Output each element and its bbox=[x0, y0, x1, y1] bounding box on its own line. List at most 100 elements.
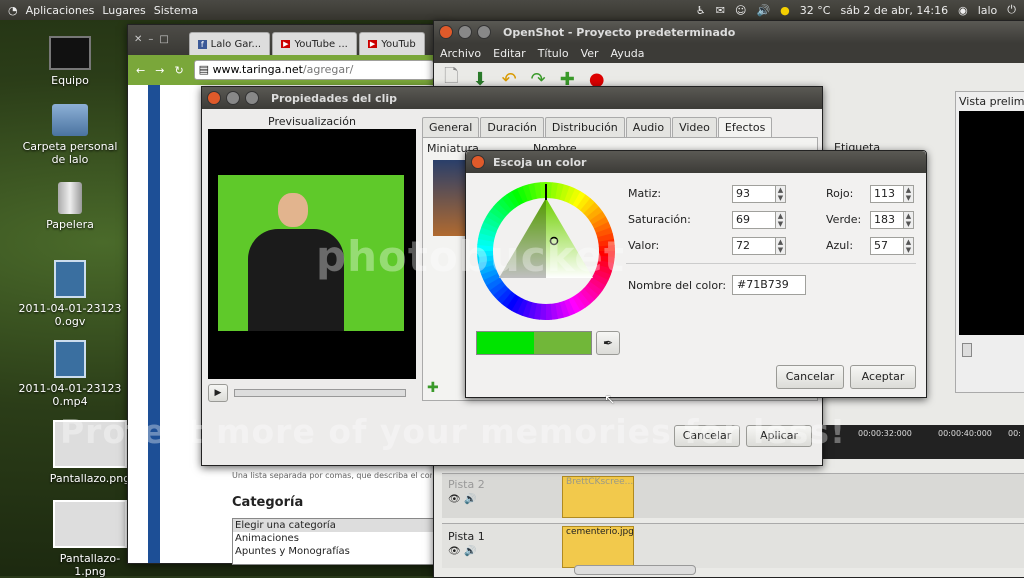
hue-ring-segment[interactable] bbox=[601, 272, 603, 277]
hue-ring-segment[interactable] bbox=[596, 216, 599, 221]
window-close-icon[interactable] bbox=[439, 25, 453, 39]
spin-arrows-icon[interactable]: ▲▼ bbox=[776, 237, 786, 255]
green-input[interactable]: 183 bbox=[870, 211, 904, 229]
hue-ring-segment[interactable] bbox=[511, 198, 516, 201]
tab-video[interactable]: Video bbox=[672, 117, 717, 137]
hue-ring-segment[interactable] bbox=[535, 311, 541, 312]
hue-ring-segment[interactable] bbox=[525, 308, 531, 310]
hue-ring-segment[interactable] bbox=[486, 235, 487, 241]
cancel-button[interactable]: Cancelar bbox=[776, 365, 844, 389]
hue-ring-segment[interactable] bbox=[567, 194, 572, 196]
hue-ring-segment[interactable] bbox=[589, 208, 593, 212]
menu-archivo[interactable]: Archivo bbox=[440, 47, 481, 60]
desktop-icon-pantallazo-1[interactable]: Pantallazo-1.png bbox=[45, 500, 135, 578]
preview-slider[interactable] bbox=[962, 343, 972, 357]
hue-ring-segment[interactable] bbox=[551, 311, 557, 312]
accessibility-icon[interactable]: ♿ bbox=[696, 4, 706, 17]
window-minimize-icon[interactable] bbox=[226, 91, 240, 105]
hue-ring-segment[interactable] bbox=[606, 240, 607, 246]
hue-ring-segment[interactable] bbox=[520, 193, 525, 195]
hue-ring-segment[interactable] bbox=[566, 306, 571, 308]
window-close-icon[interactable] bbox=[207, 91, 221, 105]
category-listbox[interactable]: Elegir una categoría Animaciones Apuntes… bbox=[232, 518, 440, 565]
browser-tab[interactable]: ▶YouTube ... bbox=[272, 32, 357, 55]
spin-arrows-icon[interactable]: ▲▼ bbox=[904, 185, 914, 203]
desktop-icon-video-ogv[interactable]: 2011-04-01-231230.ogv bbox=[15, 260, 125, 328]
hue-ring-segment[interactable] bbox=[589, 290, 593, 294]
menu-titulo[interactable]: Título bbox=[538, 47, 569, 60]
hue-ring-segment[interactable] bbox=[562, 192, 568, 194]
menu-ver[interactable]: Ver bbox=[581, 47, 599, 60]
hue-ring-segment[interactable] bbox=[596, 282, 599, 287]
spin-arrows-icon[interactable]: ▲▼ bbox=[904, 237, 914, 255]
back-icon[interactable]: ← bbox=[136, 64, 145, 77]
cancel-button[interactable]: Cancelar bbox=[674, 425, 740, 447]
hue-ring-segment[interactable] bbox=[499, 290, 503, 294]
hue-spinner[interactable]: 93▲▼ bbox=[732, 185, 786, 203]
hue-ring-segment[interactable] bbox=[516, 195, 521, 198]
hue-ring-segment[interactable] bbox=[493, 281, 496, 286]
menu-sistema[interactable]: Sistema bbox=[154, 4, 198, 17]
saturation-spinner[interactable]: 69▲▼ bbox=[732, 211, 786, 229]
seek-slider[interactable] bbox=[234, 389, 406, 397]
value-spinner[interactable]: 72▲▼ bbox=[732, 237, 786, 255]
tab-efectos[interactable]: Efectos bbox=[718, 117, 772, 137]
spin-arrows-icon[interactable]: ▲▼ bbox=[904, 211, 914, 229]
hue-ring-segment[interactable] bbox=[487, 266, 489, 272]
hue-ring-segment[interactable] bbox=[606, 256, 607, 262]
hue-ring-segment[interactable] bbox=[603, 230, 605, 236]
speaker-icon[interactable]: 🔊 bbox=[464, 494, 476, 505]
hue-ring-segment[interactable] bbox=[520, 306, 525, 308]
hue-ring-segment[interactable] bbox=[486, 261, 487, 267]
temperature[interactable]: 32 °C bbox=[800, 4, 831, 17]
apply-button[interactable]: Aplicar bbox=[746, 425, 812, 447]
eyedropper-button[interactable]: ✒ bbox=[596, 331, 620, 355]
hue-ring-segment[interactable] bbox=[493, 216, 496, 221]
contacts-icon[interactable]: ☺ bbox=[735, 4, 746, 17]
hue-ring-segment[interactable] bbox=[599, 277, 602, 282]
forward-icon[interactable]: → bbox=[155, 64, 164, 77]
hue-ring-segment[interactable] bbox=[585, 204, 589, 208]
hue-ring-segment[interactable] bbox=[601, 225, 603, 230]
hue-ring-segment[interactable] bbox=[572, 196, 577, 199]
volume-icon[interactable]: 🔊 bbox=[756, 4, 770, 17]
hue-ring-segment[interactable] bbox=[571, 304, 576, 307]
hue-ring-segment[interactable] bbox=[530, 191, 536, 192]
hue-input[interactable]: 93 bbox=[732, 185, 776, 203]
hue-ring-segment[interactable] bbox=[551, 190, 557, 191]
hue-ring-segment[interactable] bbox=[593, 212, 597, 217]
hue-ring-segment[interactable] bbox=[556, 310, 562, 311]
timeline-clip[interactable]: cementerio.jpg bbox=[562, 526, 634, 568]
hue-ring[interactable] bbox=[476, 181, 616, 321]
hue-ring-segment[interactable] bbox=[507, 201, 512, 205]
menu-lugares[interactable]: Lugares bbox=[102, 4, 145, 17]
hue-ring-segment[interactable] bbox=[487, 230, 489, 236]
hue-ring-segment[interactable] bbox=[605, 262, 606, 268]
saturation-input[interactable]: 69 bbox=[732, 211, 776, 229]
hue-ring-segment[interactable] bbox=[511, 301, 516, 304]
hue-ring-segment[interactable] bbox=[576, 301, 581, 304]
hue-ring-segment[interactable] bbox=[488, 271, 490, 276]
browser-tab[interactable]: ▶YouTub bbox=[359, 32, 425, 55]
window-close-icon[interactable]: ✕ bbox=[134, 34, 142, 45]
hue-ring-segment[interactable] bbox=[603, 267, 605, 273]
hue-ring-segment[interactable] bbox=[499, 207, 503, 211]
speaker-icon[interactable]: 🔊 bbox=[464, 546, 476, 557]
window-close-icon[interactable] bbox=[471, 155, 485, 169]
window-maximize-icon[interactable] bbox=[245, 91, 259, 105]
hue-ring-segment[interactable] bbox=[496, 286, 500, 291]
hue-ring-segment[interactable] bbox=[515, 304, 520, 307]
desktop-icon-home[interactable]: Carpeta personal de lalo bbox=[15, 104, 125, 166]
color-name-input[interactable]: #71B739 bbox=[732, 275, 806, 295]
window-minimize-icon[interactable] bbox=[458, 25, 472, 39]
hue-ring-segment[interactable] bbox=[490, 276, 493, 281]
window-minimize-icon[interactable]: – bbox=[148, 34, 153, 45]
hue-ring-segment[interactable] bbox=[503, 204, 507, 208]
browser-tab[interactable]: fLalo Gar... bbox=[189, 32, 270, 55]
eye-icon[interactable]: 👁 bbox=[448, 546, 461, 557]
hue-ring-segment[interactable] bbox=[581, 298, 586, 302]
hue-ring-segment[interactable] bbox=[577, 198, 582, 201]
tab-duracion[interactable]: Duración bbox=[480, 117, 544, 137]
hue-ring-segment[interactable] bbox=[592, 286, 596, 291]
effect-thumbnail[interactable] bbox=[433, 160, 467, 236]
